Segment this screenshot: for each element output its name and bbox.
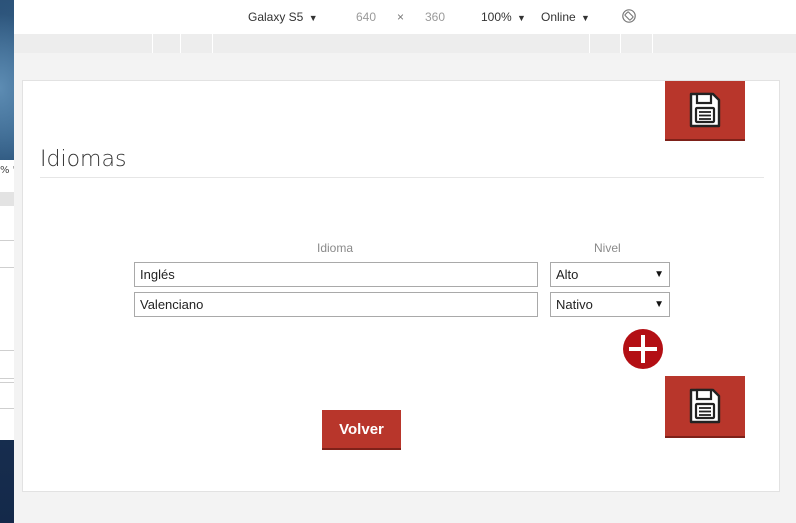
ruler-segment[interactable] xyxy=(212,34,213,53)
ruler-segment[interactable] xyxy=(152,34,153,53)
floppy-disk-icon xyxy=(689,388,721,424)
level-select[interactable]: Alto ▼ xyxy=(550,262,670,287)
rotate-icon[interactable] xyxy=(621,8,637,27)
chevron-down-icon: ▼ xyxy=(308,13,318,23)
device-toolbar: Galaxy S5 ▼ 640 × 360 100% ▼ Online ▼ xyxy=(14,0,796,35)
level-select-value: Alto xyxy=(556,267,579,282)
side-panel-divider xyxy=(0,240,14,241)
network-throttle-select[interactable]: Online ▼ xyxy=(541,10,590,24)
section-title: Idiomas xyxy=(40,147,127,172)
side-panel-divider xyxy=(0,378,14,379)
add-language-button[interactable] xyxy=(623,329,663,369)
floppy-disk-icon xyxy=(689,92,721,128)
side-panel-bar xyxy=(0,192,14,206)
ruler-segment[interactable] xyxy=(180,34,181,53)
section-divider xyxy=(40,177,764,178)
chevron-down-icon: ▼ xyxy=(517,13,526,23)
ruler-segment[interactable] xyxy=(652,34,653,53)
dimension-separator: × xyxy=(397,10,405,24)
language-input[interactable] xyxy=(134,262,538,287)
device-height-field[interactable]: 360 xyxy=(425,10,445,24)
back-button[interactable]: Volver xyxy=(322,410,401,450)
side-panel-divider xyxy=(0,350,14,351)
column-header-idioma: Idioma xyxy=(317,241,354,255)
ruler-segment[interactable] xyxy=(589,34,590,53)
chevron-down-icon: ▼ xyxy=(581,13,590,23)
side-panel-divider xyxy=(0,382,14,383)
zoom-select[interactable]: 100% ▼ xyxy=(481,10,526,24)
save-button[interactable] xyxy=(665,376,745,438)
side-panel-divider xyxy=(0,408,14,409)
level-select[interactable]: Nativo ▼ xyxy=(550,292,670,317)
devtools-side-panel: % ' xyxy=(0,160,15,440)
device-select[interactable]: Galaxy S5 ▼ xyxy=(248,10,318,24)
language-input[interactable] xyxy=(134,292,538,317)
level-select-value: Nativo xyxy=(556,297,593,312)
languages-card: Idiomas Idioma Nivel Alto ▼ Nativo ▼ Vol… xyxy=(22,80,780,492)
column-header-nivel: Nivel xyxy=(594,241,621,255)
ruler-segment[interactable] xyxy=(620,34,621,53)
side-panel-divider xyxy=(0,267,14,268)
device-width-field[interactable]: 640 xyxy=(356,10,376,24)
chevron-down-icon: ▼ xyxy=(654,269,664,280)
save-button[interactable] xyxy=(665,81,745,141)
media-query-ruler xyxy=(14,34,796,54)
chevron-down-icon: ▼ xyxy=(654,299,664,310)
